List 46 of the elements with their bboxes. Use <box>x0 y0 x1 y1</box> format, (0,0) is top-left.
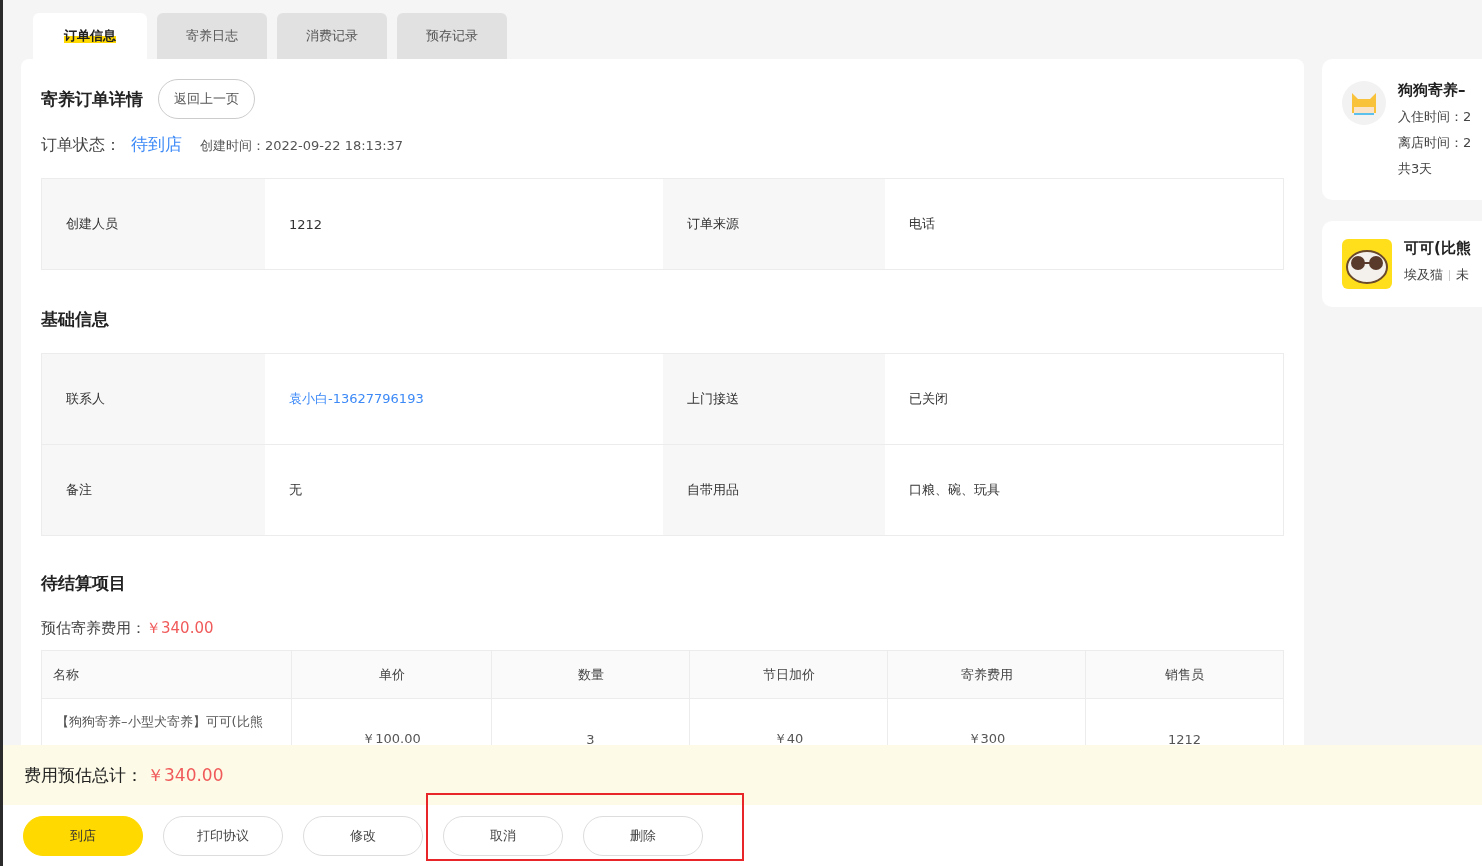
column-header: 寄养费用 <box>888 651 1086 699</box>
pet-tag: 未 <box>1456 266 1469 284</box>
card-line: 入住时间：2 <box>1398 108 1472 126</box>
field-label: 自带用品 <box>663 445 885 535</box>
field-value: 无 <box>288 481 303 499</box>
field-label: 订单来源 <box>663 179 885 269</box>
pet-tag: 埃及猫 <box>1404 266 1443 284</box>
column-header: 节日加价 <box>690 651 888 699</box>
field-value: 口粮、碗、玩具 <box>908 481 1001 499</box>
field-value: 电话 <box>908 215 936 233</box>
card-line: 共3天 <box>1398 160 1434 178</box>
action-button[interactable]: 到店 <box>23 815 143 856</box>
action-button[interactable]: 修改 <box>303 815 423 856</box>
total-label: 费用预估总计： <box>24 763 143 787</box>
status-value: 待到店 <box>131 133 182 156</box>
field-label: 创建人员 <box>42 179 265 269</box>
tab[interactable]: 预存记录 <box>397 13 507 59</box>
field-value: 1212 <box>288 215 324 234</box>
estimate-text: 预估寄养费用：￥340.00 <box>41 619 215 638</box>
field-label: 备注 <box>42 445 265 535</box>
page-title: 寄养订单详情 <box>41 87 143 111</box>
pet-avatar-icon <box>1342 239 1392 289</box>
tab[interactable]: 寄养日志 <box>157 13 267 59</box>
status-label: 订单状态： <box>41 135 121 156</box>
created-time: 创建时间：2022-09-22 18:13:37 <box>200 137 404 155</box>
card-title: 狗狗寄养– <box>1398 81 1467 100</box>
column-header: 名称 <box>42 651 292 699</box>
column-header: 单价 <box>292 651 492 699</box>
tab[interactable]: 消费记录 <box>277 13 387 59</box>
total-value: ￥340.00 <box>147 763 224 787</box>
action-button[interactable]: 取消 <box>443 815 563 856</box>
field-value: 已关闭 <box>885 354 1283 445</box>
section-title: 基础信息 <box>41 308 110 331</box>
card-title: 可可(比熊 <box>1404 239 1471 258</box>
field-label: 上门接送 <box>663 354 885 445</box>
field-label: 联系人 <box>42 354 265 445</box>
back-button[interactable]: 返回上一页 <box>158 79 255 119</box>
card-line: 离店时间：2 <box>1398 134 1472 152</box>
animal-avatar-icon <box>1342 81 1386 125</box>
column-header: 数量 <box>492 651 690 699</box>
section-title: 待结算项目 <box>41 572 127 595</box>
action-button[interactable]: 删除 <box>583 815 703 856</box>
column-header: 销售员 <box>1086 651 1283 699</box>
table-cell-text: 1212 <box>1166 730 1203 745</box>
tab[interactable]: 订单信息 <box>33 13 147 59</box>
action-button[interactable]: 打印协议 <box>163 815 283 856</box>
